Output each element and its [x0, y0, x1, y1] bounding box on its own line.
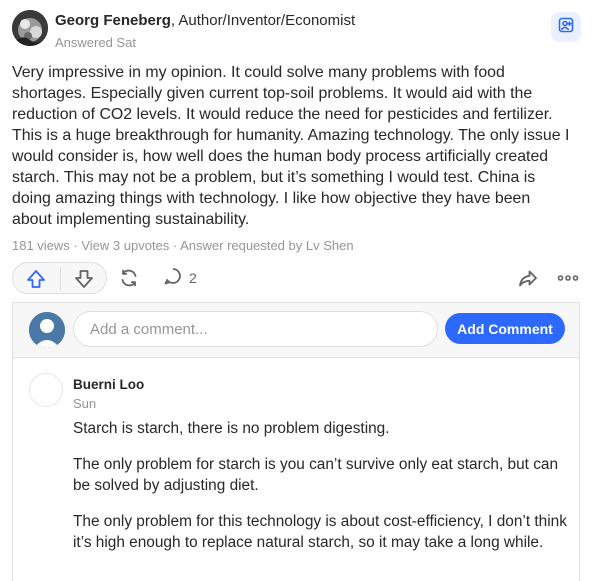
comment-icon	[162, 265, 184, 292]
comment-count: 2	[189, 270, 197, 286]
upvote-icon[interactable]	[25, 268, 47, 290]
comment-button[interactable]: 2	[162, 267, 197, 289]
current-user-avatar	[29, 312, 65, 348]
vote-divider	[60, 267, 61, 291]
follow-button[interactable]	[551, 12, 581, 42]
answer-header: Georg Feneberg, Author/Inventor/Economis…	[12, 10, 581, 54]
comment-input[interactable]	[73, 311, 438, 347]
downvote-icon[interactable]	[73, 268, 95, 290]
comment-item: Buerni Loo Sun Starch is starch, there i…	[13, 359, 579, 581]
comment-date[interactable]: Sun	[73, 396, 96, 411]
author-avatar[interactable]	[12, 10, 48, 46]
more-icon[interactable]	[555, 267, 581, 289]
share-icon[interactable]	[118, 267, 140, 289]
action-bar: 2	[12, 260, 581, 296]
answered-date[interactable]: Answered Sat	[55, 35, 136, 50]
comment-paragraph: The only problem for starch is you can’t…	[73, 456, 559, 494]
comment-paragraph: Starch is starch, there is no problem di…	[73, 420, 390, 437]
comment-paragraph: The only problem for this technology is …	[73, 513, 567, 551]
reshare-icon[interactable]	[517, 267, 539, 289]
commenter-name[interactable]: Buerni Loo	[73, 377, 144, 392]
comment-composer: Add Comment	[13, 303, 579, 358]
vote-group	[12, 262, 107, 294]
answer-meta: 181 views · View 3 upvotes · Answer requ…	[12, 238, 354, 253]
answer-text: Very impressive in my opinion. It could …	[12, 64, 570, 228]
author-credential: , Author/Inventor/Economist	[170, 12, 356, 29]
author-line: Georg Feneberg, Author/Inventor/Economis…	[55, 12, 355, 29]
commenter-avatar[interactable]	[29, 373, 63, 407]
add-comment-button[interactable]: Add Comment	[445, 313, 565, 344]
author-name[interactable]: Georg Feneberg	[55, 12, 171, 29]
comments-section: Add Comment Buerni Loo Sun Starch is sta…	[12, 302, 580, 581]
follow-icon	[557, 16, 575, 39]
comment-body: Starch is starch, there is no problem di…	[73, 418, 569, 568]
